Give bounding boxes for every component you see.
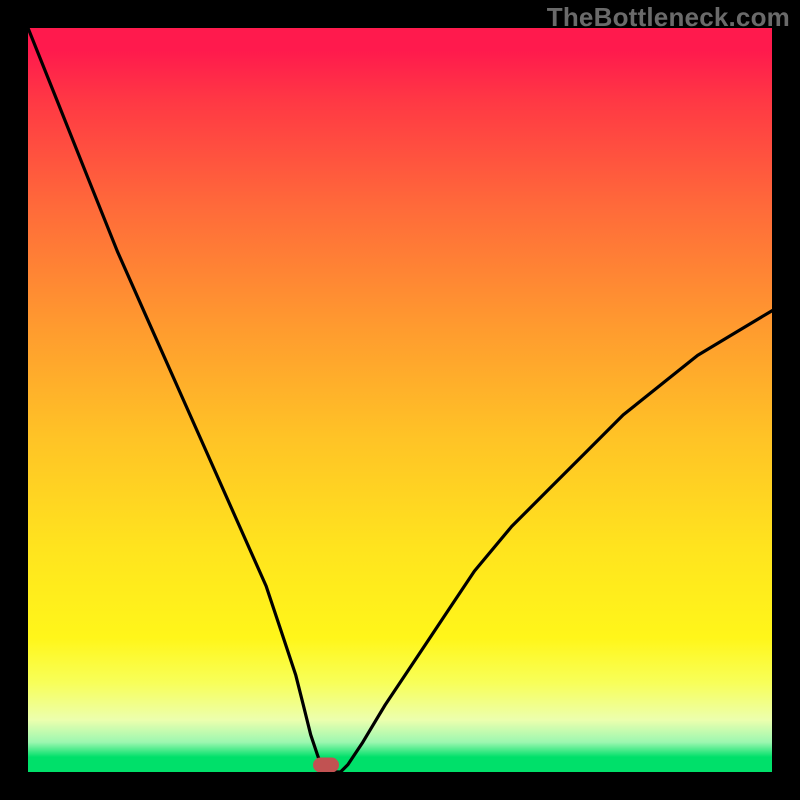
optimal-point-marker: [313, 758, 339, 773]
curve-svg: [28, 28, 772, 772]
chart-frame: TheBottleneck.com: [0, 0, 800, 800]
watermark-text: TheBottleneck.com: [547, 2, 790, 33]
plot-area: [28, 28, 772, 772]
bottleneck-curve: [28, 28, 772, 772]
